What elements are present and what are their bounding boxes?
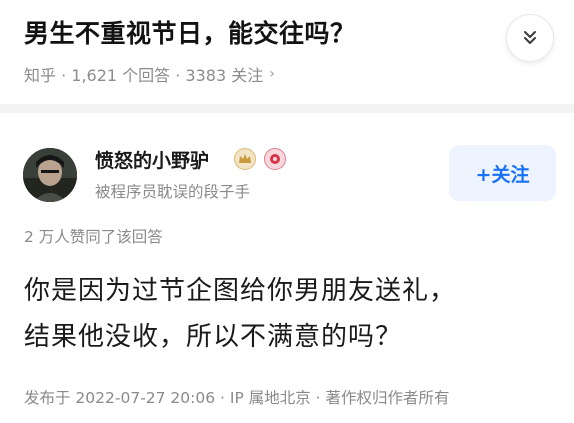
question-header: 男生不重视节日，能交往吗？ 知乎 · 1,621 个回答 · 3383 关注 ›	[0, 0, 574, 100]
red-badge-icon[interactable]	[264, 148, 286, 170]
question-meta[interactable]: 知乎 · 1,621 个回答 · 3383 关注 ›	[24, 62, 275, 86]
answer-page: 男生不重视节日，能交往吗？ 知乎 · 1,621 个回答 · 3383 关注 ›	[0, 0, 574, 423]
crown-badge-icon[interactable]	[234, 148, 256, 170]
answer-body[interactable]: 你是因为过节企图给你男朋友送礼， 结果他没收，所以不满意的吗？	[24, 268, 554, 360]
red-badge-glyph-icon	[270, 154, 280, 164]
answer-line: 你是因为过节企图给你男朋友送礼，	[24, 276, 457, 306]
section-divider	[0, 104, 574, 113]
double-chevron-down-icon	[524, 31, 536, 44]
author-name[interactable]: 愤怒的小野驴	[95, 146, 209, 173]
answer-line: 结果他没收，所以不满意的吗？	[24, 322, 403, 352]
crown-glyph-icon	[239, 154, 251, 163]
question-title[interactable]: 男生不重视节日，能交往吗？	[24, 14, 356, 50]
upvote-info: 2 万人赞同了该回答	[24, 228, 163, 246]
follow-button[interactable]: +关注	[449, 145, 556, 201]
author-bio: 被程序员耽误的段子手	[95, 183, 251, 201]
answer-footer: 发布于 2022-07-27 20:06 · IP 属地北京 · 著作权归作者所…	[24, 389, 450, 407]
chevron-right-icon: ›	[269, 66, 275, 82]
avatar[interactable]	[23, 148, 77, 202]
collapse-button[interactable]	[506, 14, 554, 62]
avatar-image	[23, 148, 77, 202]
author-row: 愤怒的小野驴 被程序员耽误的段子手 +关注	[0, 128, 574, 212]
question-meta-text: 知乎 · 1,621 个回答 · 3383 关注	[24, 66, 264, 85]
